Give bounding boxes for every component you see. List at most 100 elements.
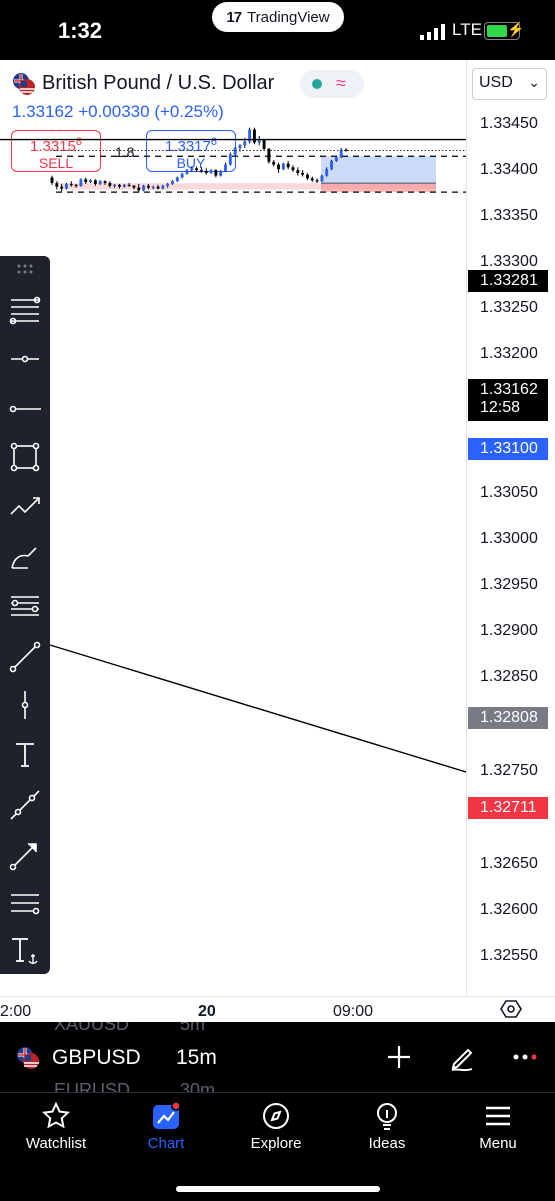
candle-body — [252, 129, 256, 143]
vertical-line-icon[interactable] — [8, 688, 42, 722]
price-tick: 1.33200 — [480, 345, 538, 362]
candle-body — [320, 175, 324, 182]
prev-interval: 5m — [180, 1022, 206, 1034]
more-options-icon[interactable] — [512, 1052, 538, 1062]
star-icon — [41, 1101, 71, 1129]
current-interval[interactable]: 15m — [176, 1046, 217, 1070]
candle-body — [310, 178, 314, 181]
parallel-channel-icon[interactable] — [8, 886, 42, 920]
nav-menu[interactable]: Menu — [448, 1101, 548, 1152]
rectangle-icon[interactable] — [8, 440, 42, 474]
nav-label: Menu — [479, 1135, 517, 1152]
current-symbol[interactable]: GBPUSD — [52, 1046, 141, 1070]
candle-body — [243, 141, 247, 146]
candle-body — [199, 170, 203, 172]
next-symbol: EURUSD — [54, 1080, 131, 1092]
fib-retracement-icon[interactable] — [8, 294, 42, 328]
candle-body — [272, 161, 276, 165]
candle-body — [214, 170, 218, 176]
tradingview-pill[interactable]: 17 TradingView — [212, 2, 344, 32]
take-profit-zone — [321, 156, 436, 184]
price-tick: 1.33050 — [480, 484, 538, 501]
stop-loss-price-tag: 1.32711 — [468, 797, 548, 819]
price-tick: 1.32950 — [480, 576, 538, 593]
compass-icon — [263, 1103, 289, 1129]
price-tick: 1.32750 — [480, 762, 538, 779]
candle-body — [65, 183, 68, 189]
price-tick: 1.33250 — [480, 299, 538, 316]
candle-body — [296, 170, 300, 173]
candle-body — [325, 169, 329, 176]
add-symbol-icon[interactable] — [386, 1044, 412, 1070]
stop-loss-zone — [321, 183, 436, 193]
candle-body — [98, 181, 102, 184]
candle-body — [118, 184, 121, 187]
nav-explore[interactable]: Explore — [226, 1101, 326, 1152]
candle-body — [281, 163, 285, 170]
anchored-text-icon[interactable] — [8, 934, 42, 968]
candle-body — [190, 168, 194, 171]
nav-chart[interactable]: Chart — [116, 1101, 216, 1152]
price-scale-divider — [466, 60, 467, 995]
candle-body — [60, 186, 64, 189]
candle-body — [146, 185, 150, 188]
nav-watchlist[interactable]: Watchlist — [6, 1101, 106, 1152]
currency-dropdown[interactable]: USD ⌄ — [472, 68, 547, 100]
nav-ideas[interactable]: Ideas — [337, 1101, 437, 1152]
arrow-tool-icon[interactable] — [8, 838, 42, 872]
extended-line-icon[interactable] — [8, 788, 42, 822]
brush-icon[interactable] — [8, 540, 42, 574]
text-tool-icon[interactable] — [8, 738, 42, 772]
candle-body — [219, 171, 223, 176]
price-tick: 1.33450 — [480, 115, 538, 132]
gbp-usd-flag-icon — [17, 1047, 39, 1069]
candle-body — [161, 185, 165, 189]
candle-body — [113, 184, 117, 187]
hamburger-icon — [486, 1106, 510, 1126]
candle-body — [93, 180, 97, 184]
horizontal-ray-icon[interactable] — [8, 342, 42, 376]
time-tick: 09:00 — [333, 1003, 374, 1020]
price-tick: 1.32550 — [480, 947, 538, 964]
signal-icon — [420, 24, 445, 40]
fib-channel-icon[interactable] — [8, 590, 42, 624]
drag-handle-icon[interactable] — [8, 258, 42, 282]
candle-body — [228, 154, 232, 165]
drawing-toolbar — [0, 256, 50, 974]
network-label: LTE — [452, 20, 482, 39]
candle-body — [55, 183, 59, 187]
time-axis[interactable]: 2:00 20 09:00 — [0, 996, 555, 1023]
candle-body — [204, 171, 208, 173]
candle-body — [233, 147, 237, 155]
entry-price-tag: 1.32808 — [468, 707, 548, 729]
bar-countdown: 12:58 — [480, 399, 521, 416]
candle-body — [286, 163, 290, 168]
candle-body — [84, 179, 88, 183]
candle-body — [301, 172, 305, 175]
candle-body — [151, 186, 155, 188]
candle-body — [50, 177, 54, 184]
prev-symbol: XAUUSD — [54, 1022, 130, 1034]
chart-settings-icon[interactable] — [500, 998, 522, 1020]
price-tick: 1.32850 — [480, 668, 538, 685]
candle-body — [137, 187, 141, 191]
price-tick: 1.33350 — [480, 207, 538, 224]
price-tick: 1.32900 — [480, 622, 538, 639]
candle-body — [305, 174, 309, 179]
candle-body — [315, 180, 319, 182]
price-tick: 1.32600 — [480, 901, 538, 918]
clock: 1:32 — [58, 18, 103, 43]
trend-line-icon[interactable] — [8, 640, 42, 674]
nav-label: Watchlist — [25, 1135, 87, 1152]
drawing-pen-icon[interactable] — [448, 1044, 476, 1072]
path-icon[interactable] — [8, 490, 42, 524]
candle-body — [142, 185, 146, 191]
candle-body — [209, 170, 213, 173]
candle-body — [79, 179, 83, 186]
battery-icon: ⚡ — [484, 21, 524, 40]
symbol-switcher-bar[interactable]: XAUUSD 5m GBPUSD 15m EURUSD 30m — [0, 1022, 555, 1092]
candle-body — [69, 183, 73, 186]
price-chart[interactable] — [0, 60, 466, 995]
ray-icon[interactable] — [8, 392, 42, 426]
candle-body — [330, 160, 333, 170]
